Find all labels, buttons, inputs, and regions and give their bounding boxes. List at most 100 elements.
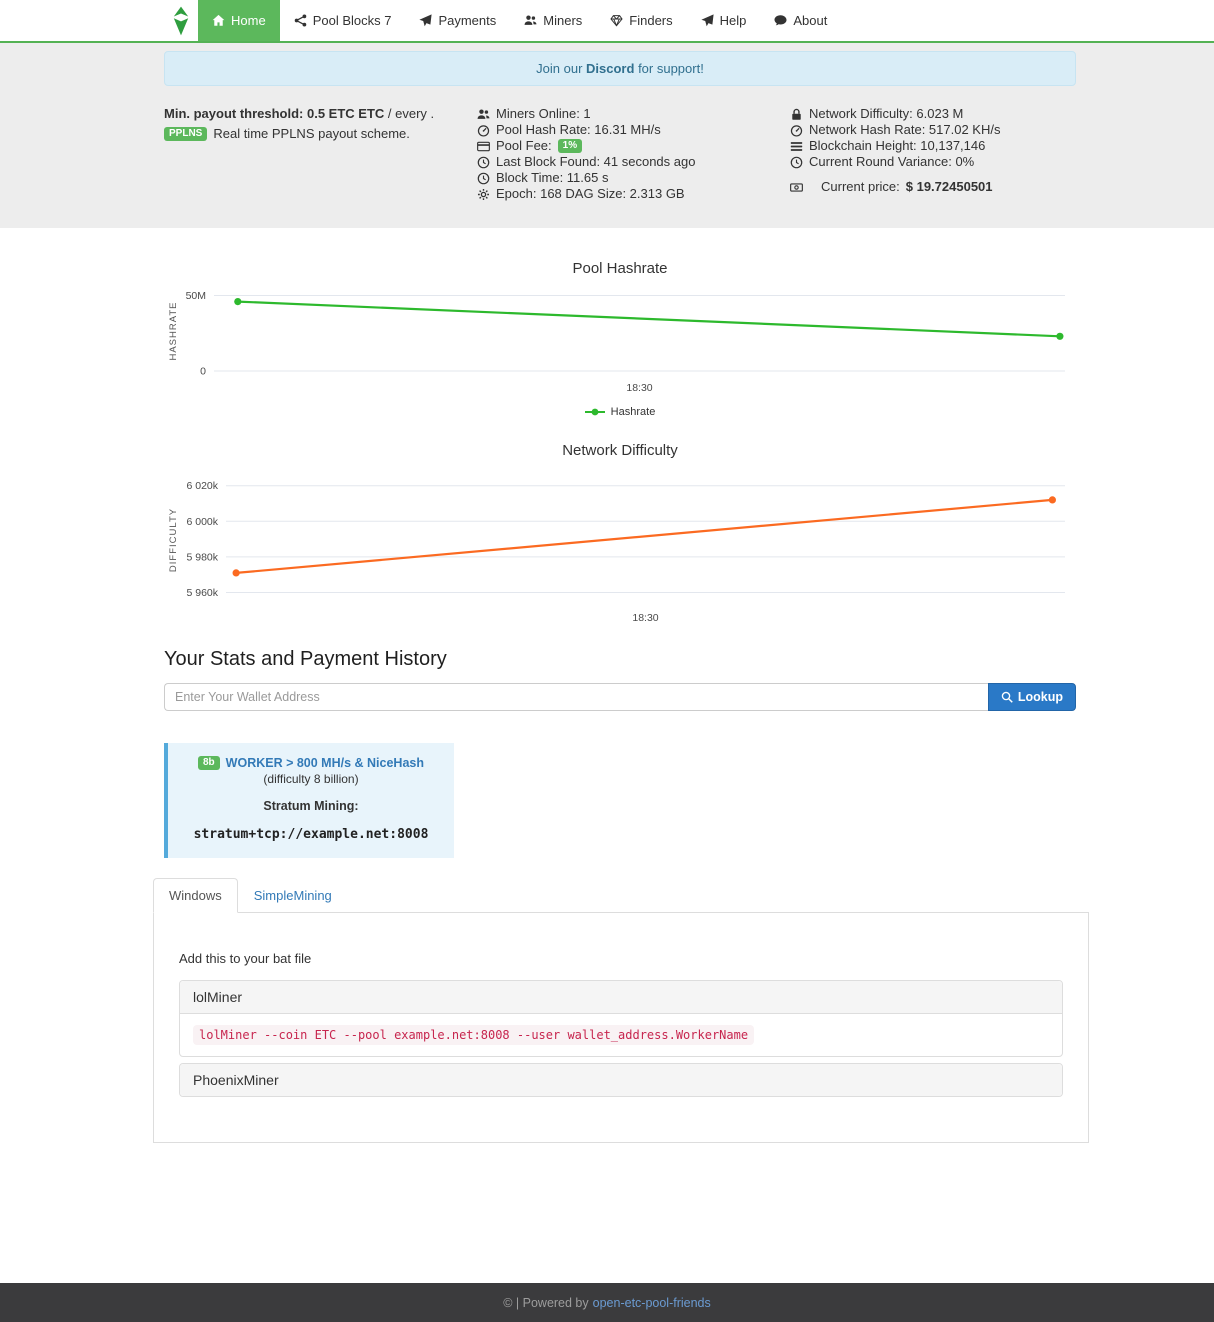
stat-miners-online: Miners Online: 1 [477, 106, 790, 122]
bars-icon [790, 140, 803, 153]
svg-text:HASHRATE: HASHRATE [168, 301, 179, 360]
payout-threshold-suffix: / every . [388, 106, 434, 121]
nav-item-payments[interactable]: Payments [405, 0, 510, 41]
phoenixminer-accordion-header[interactable]: PhoenixMiner [180, 1064, 1062, 1096]
stratum-url: stratum+tcp://example.net:8008 [176, 827, 446, 842]
nav-item-finders[interactable]: Finders [596, 0, 686, 41]
nav-item-pool-blocks[interactable]: Pool Blocks 7 [280, 0, 406, 41]
nav-item-about[interactable]: About [760, 0, 841, 41]
navbar: Home Pool Blocks 7 Payments Miners Finde… [0, 0, 1214, 43]
network-stats-column: Network Difficulty: 6.023 M Network Hash… [790, 106, 1076, 202]
stat-last-block: Last Block Found: 41 seconds ago [477, 154, 790, 170]
footer: © | Powered by open-etc-pool-friends [0, 1283, 1214, 1322]
svg-text:18:30: 18:30 [626, 382, 652, 394]
payout-threshold: Min. payout threshold: 0.5 ETC ETC / eve… [164, 106, 477, 121]
hashrate-chart-title: Pool Hashrate [164, 260, 1076, 277]
stats-band: Join our Discord for support! Min. payou… [0, 43, 1214, 228]
search-icon [1001, 691, 1013, 703]
svg-text:6 000k: 6 000k [186, 516, 218, 528]
clock-icon [790, 156, 803, 169]
svg-text:50M: 50M [186, 290, 206, 302]
stat-round-variance: Current Round Variance: 0% [790, 154, 1076, 170]
cogs-icon [477, 188, 490, 201]
tab-windows[interactable]: Windows [153, 878, 238, 913]
paper-plane-icon [419, 14, 432, 27]
nav-item-help[interactable]: Help [687, 0, 761, 41]
lock-icon [790, 108, 803, 121]
stat-current-price: Current price: $ 19.72450501 [790, 179, 1076, 195]
config-tab-bar: Windows SimpleMining [153, 878, 1089, 912]
svg-text:18:30: 18:30 [632, 612, 658, 624]
hashrate-chart-legend: Hashrate [164, 406, 1076, 418]
stat-block-time: Block Time: 11.65 s [477, 170, 790, 186]
legend-swatch-icon [585, 407, 605, 417]
home-icon [212, 14, 225, 27]
discord-banner: Join our Discord for support! [164, 51, 1076, 86]
clock-icon [477, 156, 490, 169]
svg-text:5 980k: 5 980k [186, 551, 218, 563]
nav-label-payments: Payments [438, 13, 496, 28]
price-value: $ 19.72450501 [906, 179, 993, 195]
difficulty-chart: 6 020k 6 000k 5 980k 5 960k 18:30 DIFFICULTY [164, 467, 1076, 627]
worker-title: 8b WORKER > 800 MH/s & NiceHash [176, 756, 446, 770]
discord-link[interactable]: Discord [586, 61, 634, 76]
clock-icon [477, 172, 490, 185]
pplns-badge: PPLNS [164, 127, 207, 141]
pool-stats-column: Miners Online: 1 Pool Hash Rate: 16.31 M… [477, 106, 790, 202]
stratum-label: Stratum Mining: [176, 799, 446, 813]
money-icon [790, 181, 803, 194]
nav-item-home[interactable]: Home [198, 0, 280, 41]
stat-epoch-dag: Epoch: 168 DAG Size: 2.313 GB [477, 186, 790, 202]
comment-icon [774, 14, 787, 27]
share-nodes-icon [294, 14, 307, 27]
lookup-button[interactable]: Lookup [988, 683, 1076, 711]
nav-label-home: Home [231, 13, 266, 28]
config-section: Windows SimpleMining Add this to your ba… [153, 878, 1089, 1143]
price-label: Current price: [821, 179, 900, 195]
tab-simplemining[interactable]: SimpleMining [238, 878, 348, 913]
lolminer-accordion-header[interactable]: lolMiner [180, 981, 1062, 1013]
svg-text:6 020k: 6 020k [186, 480, 218, 492]
legend-label: Hashrate [611, 406, 656, 418]
payout-threshold-text: Min. payout threshold: 0.5 ETC ETC [164, 106, 384, 121]
lookup-section: Your Stats and Payment History Lookup 8b… [164, 648, 1076, 1143]
pool-fee-badge: 1% [558, 139, 582, 153]
gauge-icon [477, 124, 490, 137]
nav-item-miners[interactable]: Miners [510, 0, 596, 41]
stat-network-hashrate: Network Hash Rate: 517.02 KH/s [790, 122, 1076, 138]
footer-link[interactable]: open-etc-pool-friends [593, 1296, 711, 1310]
stat-network-difficulty: Network Difficulty: 6.023 M [790, 106, 1076, 122]
nav-label-help: Help [720, 13, 747, 28]
brand-logo[interactable] [164, 0, 198, 41]
worker-info-box: 8b WORKER > 800 MH/s & NiceHash (difficu… [164, 743, 454, 858]
stat-pool-fee: Pool Fee: 1% [477, 138, 790, 154]
phoenixminer-panel: PhoenixMiner [179, 1063, 1063, 1097]
gauge-icon [790, 124, 803, 137]
stat-pool-hashrate: Pool Hash Rate: 16.31 MH/s [477, 122, 790, 138]
hashrate-chart: 50M018:30HASHRATE [164, 285, 1076, 397]
nav-label-finders: Finders [629, 13, 672, 28]
svg-text:DIFFICULTY: DIFFICULTY [168, 508, 179, 572]
wallet-address-input[interactable] [164, 683, 988, 711]
difficulty-chart-title: Network Difficulty [164, 442, 1076, 459]
banner-text-pre: Join our [536, 61, 582, 76]
banner-text-post: for support! [638, 61, 704, 76]
users-icon [477, 108, 490, 121]
lookup-heading: Your Stats and Payment History [164, 648, 1076, 671]
difficulty-badge: 8b [198, 756, 220, 770]
payout-scheme-text: Real time PPLNS payout scheme. [213, 126, 410, 142]
lolminer-panel: lolMiner lolMiner --coin ETC --pool exam… [179, 980, 1063, 1057]
stat-blockchain-height: Blockchain Height: 10,137,146 [790, 138, 1076, 154]
gem-icon [610, 14, 623, 27]
worker-subtitle: (difficulty 8 billion) [176, 772, 446, 786]
svg-text:5 960k: 5 960k [186, 587, 218, 599]
nav-label-miners: Miners [543, 13, 582, 28]
footer-text: © | Powered by [503, 1296, 588, 1310]
nav-label-pool-blocks: Pool Blocks 7 [313, 13, 392, 28]
payout-column: Min. payout threshold: 0.5 ETC ETC / eve… [164, 106, 477, 202]
paper-plane-icon [701, 14, 714, 27]
config-tab-content: Add this to your bat file lolMiner lolMi… [153, 912, 1089, 1143]
users-icon [524, 14, 537, 27]
nav-label-about: About [793, 13, 827, 28]
etc-logo-icon [172, 6, 190, 36]
